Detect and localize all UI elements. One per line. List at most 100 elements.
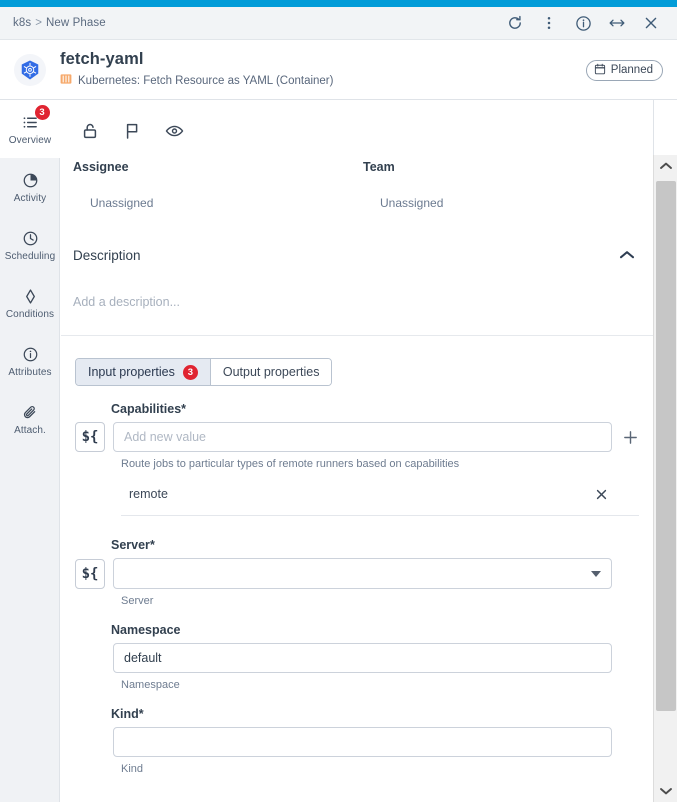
assignee-value[interactable]: Unassigned [73, 174, 363, 210]
close-icon[interactable] [641, 13, 661, 33]
main-content: Assignee Unassigned Team Unassigned Desc… [61, 100, 653, 802]
status-badge-label: Planned [610, 64, 653, 76]
capabilities-input[interactable] [113, 422, 612, 452]
breadcrumb-current: New Phase [46, 17, 106, 29]
tab-input-properties[interactable]: Input properties 3 [76, 359, 210, 385]
diamond-icon [22, 286, 39, 306]
kind-label: Kind* [111, 707, 653, 721]
kind-hint: Kind [121, 763, 144, 775]
server-input-row: ${ [75, 558, 653, 589]
subtitle-row: Kubernetes: Fetch Resource as YAML (Cont… [60, 72, 586, 90]
description-label: Description [73, 247, 141, 263]
server-variable-button[interactable]: ${ [75, 558, 105, 589]
header-text-block: fetch-yaml Kubernetes: Fetch Resource as… [60, 50, 586, 90]
section-divider [61, 335, 653, 336]
kind-label-text: Kind [111, 707, 139, 721]
chevron-up-icon[interactable] [615, 243, 639, 267]
tab-label: Output properties [222, 365, 320, 379]
namespace-input[interactable] [113, 643, 612, 673]
sidebar-item-attachments[interactable]: Attach. [0, 390, 60, 448]
pie-chart-icon [22, 170, 39, 190]
close-icon[interactable] [593, 486, 609, 502]
kubernetes-logo [14, 54, 46, 86]
team-label: Team [363, 160, 395, 174]
sidebar-item-label: Attach. [14, 425, 46, 436]
tab-badge-count: 3 [182, 364, 198, 380]
capabilities-hint: Route jobs to particular types of remote… [121, 458, 460, 470]
capabilities-variable-button[interactable]: ${ [75, 422, 105, 452]
tab-label: Input properties [88, 365, 175, 379]
sidebar-item-scheduling[interactable]: Scheduling [0, 216, 60, 274]
assignee-column: Assignee Unassigned [73, 160, 363, 210]
vertical-scrollbar[interactable] [653, 155, 677, 802]
kind-input-row [75, 727, 653, 757]
kind-input[interactable] [113, 727, 612, 757]
tab-output-properties[interactable]: Output properties [209, 359, 332, 385]
breadcrumb: k8s > New Phase [0, 17, 106, 29]
field-namespace: Namespace Namespace [61, 623, 653, 691]
server-label: Server* [111, 538, 653, 552]
eye-icon[interactable] [163, 120, 185, 142]
plus-icon[interactable] [620, 427, 640, 447]
sidebar-item-overview[interactable]: 3 Overview [0, 100, 60, 158]
sidebar-item-activity[interactable]: Activity [0, 158, 60, 216]
team-value[interactable]: Unassigned [363, 174, 653, 210]
namespace-label-text: Namespace [111, 623, 181, 637]
capabilities-required-marker: * [181, 402, 187, 416]
breadcrumb-root[interactable]: k8s [13, 17, 31, 29]
assignment-columns: Assignee Unassigned Team Unassigned [61, 146, 653, 210]
description-placeholder[interactable]: Add a description... [61, 267, 653, 309]
server-select[interactable] [113, 558, 612, 589]
server-label-text: Server [111, 538, 150, 552]
capabilities-label-text: Capabilities [111, 402, 182, 416]
namespace-hint: Namespace [121, 679, 180, 691]
page-title: fetch-yaml [60, 49, 144, 68]
sidebar-item-attributes[interactable]: Attributes [0, 332, 60, 390]
sidebar-item-label: Activity [13, 193, 47, 204]
sidebar-item-conditions[interactable]: Conditions [0, 274, 60, 332]
more-vertical-icon[interactable] [539, 13, 559, 33]
object-header: fetch-yaml Kubernetes: Fetch Resource as… [0, 41, 677, 99]
top-accent-bar [0, 0, 677, 7]
page-subtitle: Kubernetes: Fetch Resource as YAML (Cont… [78, 75, 334, 88]
chevron-down-icon [591, 570, 601, 577]
capabilities-label: Capabilities* [111, 402, 653, 416]
capability-value: remote [129, 487, 168, 501]
flag-icon[interactable] [121, 120, 143, 142]
assignee-label: Assignee [73, 160, 129, 174]
description-header: Description [61, 210, 653, 267]
field-server: Server* ${ Server [61, 538, 653, 607]
info-circle-icon [22, 344, 39, 364]
container-icon [60, 72, 72, 90]
list-icon: 3 [22, 105, 50, 132]
status-badge[interactable]: Planned [585, 59, 663, 81]
server-required-marker: * [149, 538, 155, 552]
object-toolbar [61, 100, 653, 146]
scrollbar-thumb[interactable] [656, 181, 676, 711]
info-circle-icon[interactable] [573, 13, 593, 33]
refresh-icon[interactable] [505, 13, 525, 33]
chevron-down-icon[interactable] [654, 780, 677, 802]
left-sidebar: 3 Overview Activity Scheduling Condition… [0, 100, 60, 802]
breadcrumb-separator: > [35, 17, 43, 29]
sidebar-item-label: Conditions [5, 309, 55, 320]
resize-horizontal-icon[interactable] [607, 13, 627, 33]
sidebar-badge-overview: 3 [34, 105, 50, 120]
sidebar-item-label: Attributes [8, 367, 52, 378]
namespace-input-row [75, 643, 653, 673]
sidebar-item-label: Scheduling [4, 251, 56, 262]
titlebar-actions [505, 13, 677, 33]
application-window: k8s > New Phase fetch-yaml Kubernetes: F… [0, 0, 677, 802]
list-item: remote [121, 486, 639, 516]
chevron-up-icon[interactable] [654, 155, 677, 177]
clock-icon [22, 228, 39, 248]
capabilities-input-row: ${ [75, 422, 653, 452]
namespace-label: Namespace [111, 623, 653, 637]
sidebar-item-label: Overview [8, 135, 52, 146]
server-hint: Server [121, 595, 154, 607]
properties-tabs: Input properties 3 Output properties [75, 358, 333, 386]
properties-form: Capabilities* ${ Route jobs to particula… [61, 386, 653, 775]
field-kind: Kind* Kind [61, 707, 653, 775]
logo-wrapper [0, 54, 60, 86]
unlock-icon[interactable] [79, 120, 101, 142]
